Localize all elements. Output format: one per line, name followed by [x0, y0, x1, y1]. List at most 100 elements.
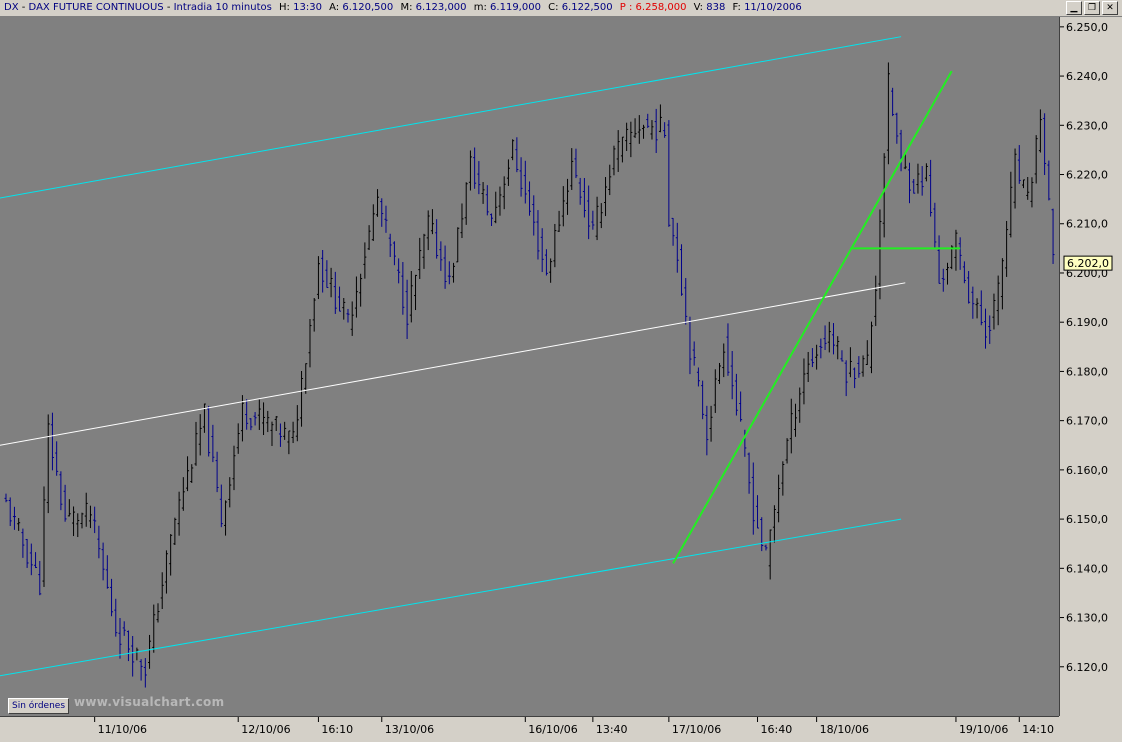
price-bar — [439, 241, 443, 271]
restore-button[interactable]: ❐ — [1084, 1, 1100, 15]
price-bar — [80, 512, 84, 529]
price-bar — [173, 517, 177, 546]
price-bar — [291, 421, 295, 444]
price-bar — [152, 604, 156, 653]
y-tick-label: 6.130,0 — [1066, 612, 1108, 625]
price-bar — [122, 621, 126, 636]
price-bar — [194, 421, 198, 466]
minimize-button[interactable]: ▁ — [1066, 1, 1082, 15]
x-tick-label: 13/10/06 — [385, 723, 434, 736]
price-bar — [886, 62, 890, 165]
price-bar — [865, 340, 869, 366]
x-tick-label: 16:10 — [321, 723, 353, 736]
price-value: 6.258,000 — [635, 2, 687, 13]
time-axis-svg: 11/10/06 12/10/06 16:10 13/10/06 16/10/06 13:… — [94, 717, 1054, 736]
price-bar — [709, 405, 713, 442]
price-bar — [401, 262, 405, 315]
price-bar — [629, 121, 633, 158]
channel-lower-line[interactable] — [0, 518, 902, 686]
price-bar — [722, 343, 726, 378]
price-bar — [870, 321, 874, 374]
price-bar — [325, 260, 329, 289]
price-bar — [557, 210, 561, 232]
y-tick-label: 6.210,0 — [1066, 218, 1108, 231]
price-bar — [553, 223, 557, 268]
plot-area[interactable] — [0, 17, 1059, 716]
price-bar — [422, 233, 426, 269]
price-bar — [1013, 148, 1017, 209]
price-bar — [912, 178, 916, 194]
price-bar — [730, 350, 734, 400]
price-bar — [958, 237, 962, 270]
price-bar — [304, 363, 308, 394]
price-bar — [747, 452, 751, 494]
y-tick-label: 6.250,0 — [1066, 21, 1108, 34]
price-bar — [760, 517, 764, 552]
price-bar — [675, 222, 679, 273]
price-bar — [532, 195, 536, 236]
price-bar — [257, 399, 261, 430]
price-bar — [988, 315, 992, 344]
price-bar — [941, 268, 945, 292]
price-bar — [582, 178, 586, 218]
price-bar — [654, 108, 658, 154]
price-bar — [929, 159, 933, 217]
price-bar — [680, 244, 684, 296]
price-bar — [967, 271, 971, 304]
price-bar — [705, 405, 709, 456]
volume-value: 838 — [706, 2, 726, 13]
price-bar — [933, 202, 937, 249]
price-bar — [806, 351, 810, 382]
price-bar — [1017, 145, 1021, 184]
price-bar — [1034, 135, 1038, 184]
price-bar — [523, 160, 527, 204]
price-bar — [359, 273, 363, 307]
price-bar — [164, 550, 168, 594]
price-bar — [464, 182, 468, 225]
price-bar — [380, 198, 384, 227]
price-bar — [25, 538, 29, 568]
price-bar — [836, 336, 840, 360]
orders-button[interactable]: Sin órdenes — [8, 698, 70, 714]
y-tick-label: 6.220,0 — [1066, 169, 1108, 182]
price-bar — [367, 225, 371, 251]
price-bar — [658, 104, 662, 133]
price-bar — [515, 137, 519, 173]
price-bar — [739, 391, 743, 422]
price-bar — [908, 162, 912, 204]
price-bar — [1000, 258, 1004, 310]
x-tick-label: 17/10/06 — [672, 723, 721, 736]
price-bar — [566, 178, 570, 215]
price-bar — [688, 316, 692, 375]
channel-mid-line[interactable] — [0, 282, 906, 450]
time-axis[interactable]: 11/10/06 12/10/06 16:10 13/10/06 16/10/06 13:… — [0, 716, 1059, 737]
instrument-name: DAX FUTURE CONTINUOUS — [28, 2, 164, 13]
price-bar — [608, 164, 612, 196]
chart-window: DX - DAX FUTURE CONTINUOUS - Intradia 10… — [0, 0, 1122, 737]
price-bar — [663, 122, 667, 138]
price-bar — [857, 356, 861, 378]
price-axis[interactable]: 6.120,0 6.130,0 6.140,0 6.150,0 6.160,0 6.170… — [1059, 17, 1122, 716]
price-bar — [718, 362, 722, 384]
price-bar — [160, 572, 164, 610]
price-bar — [599, 203, 603, 229]
hour-value: 13:30 — [293, 2, 322, 13]
price-bar — [620, 136, 624, 163]
price-bar — [135, 647, 139, 661]
channel-upper-line[interactable] — [0, 36, 902, 209]
price-bar — [574, 148, 578, 179]
close-button[interactable]: ✕ — [1102, 1, 1118, 15]
price-bar — [819, 338, 823, 359]
price-bar — [853, 367, 857, 389]
price-bar — [823, 325, 827, 350]
price-bar — [528, 181, 532, 216]
price-bar — [625, 122, 629, 151]
last-price-label: 6.202,0 — [1067, 257, 1109, 270]
price-bar — [971, 286, 975, 319]
price-bar — [684, 278, 688, 325]
title-bar: DX - DAX FUTURE CONTINUOUS - Intradia 10… — [0, 0, 1122, 17]
y-tick-label: 6.180,0 — [1066, 365, 1108, 378]
price-bar — [97, 525, 101, 559]
x-tick-label: 18/10/06 — [820, 723, 869, 736]
price-bar — [832, 323, 836, 355]
